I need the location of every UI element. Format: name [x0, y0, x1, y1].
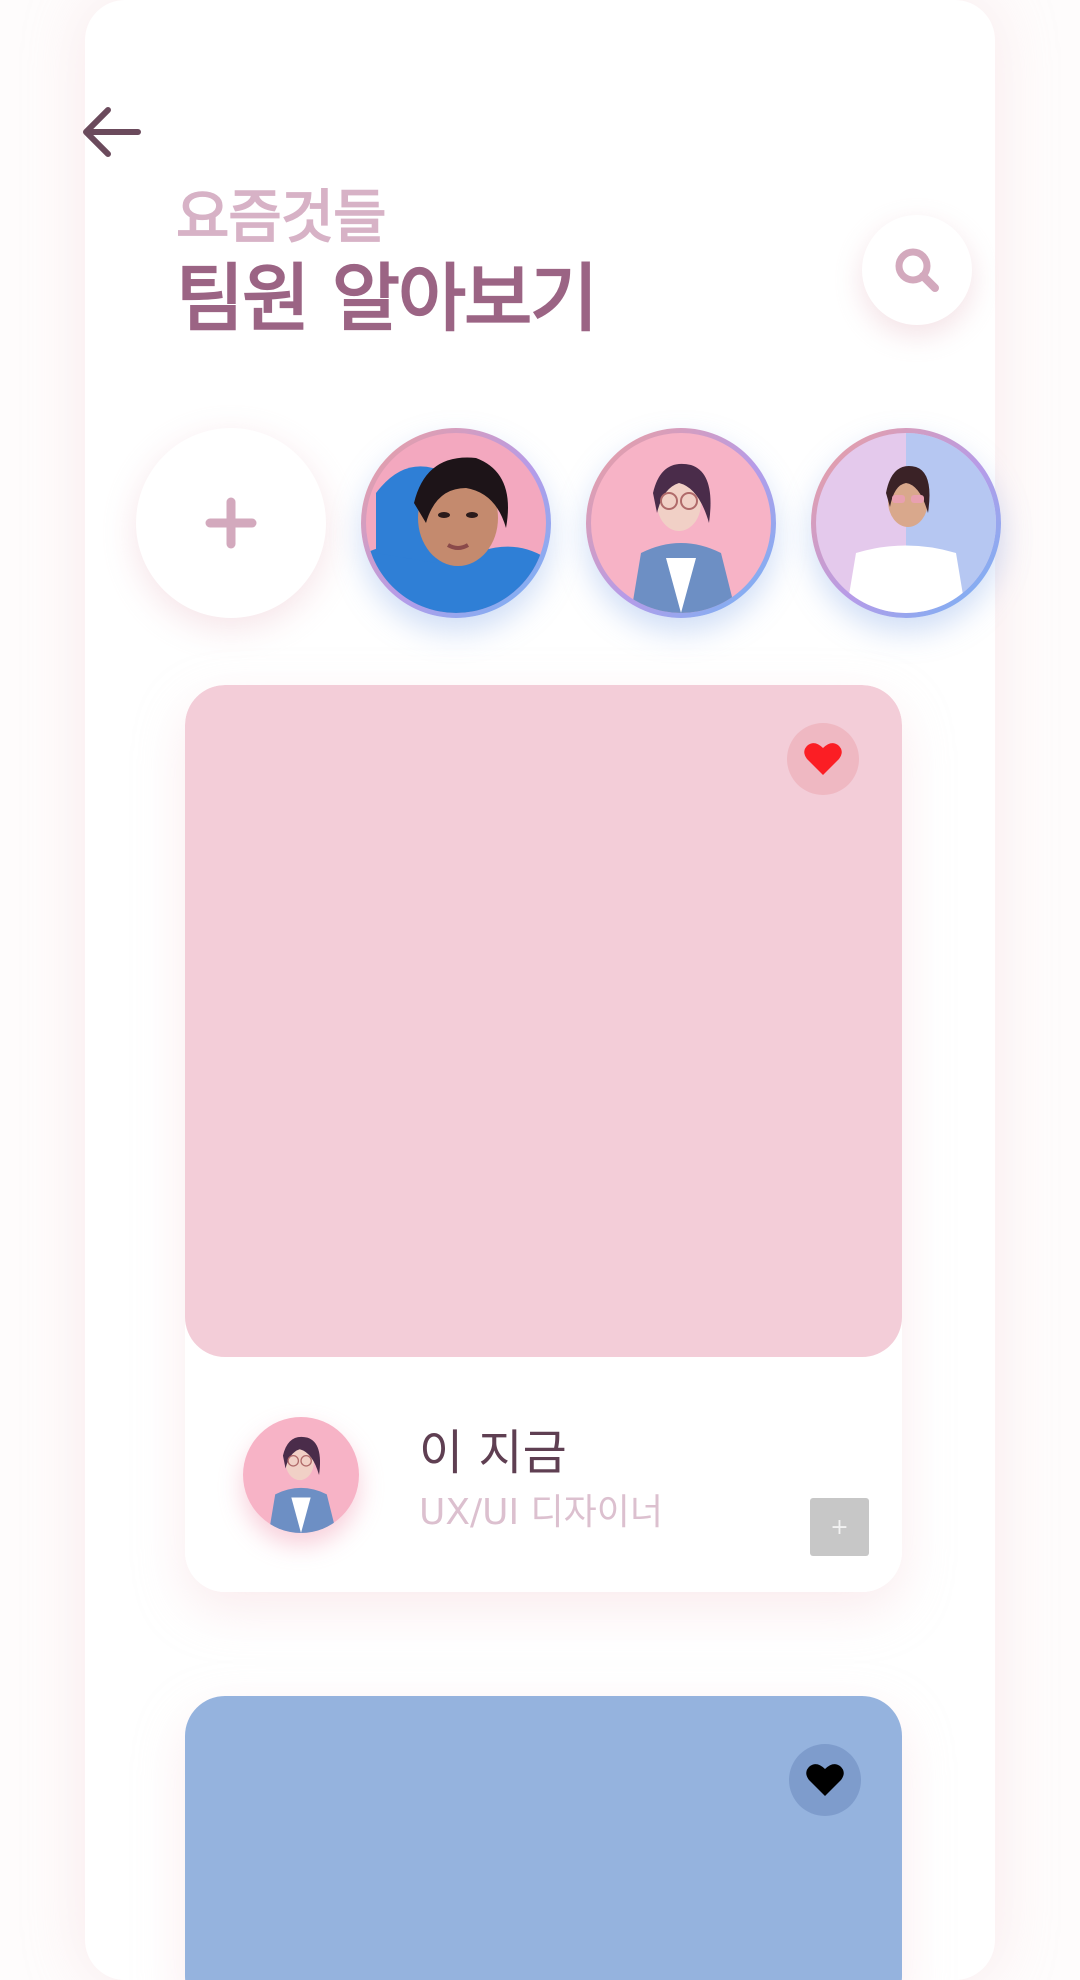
- member-role: UX/UI 디자이너: [419, 1492, 664, 1533]
- like-button[interactable]: [787, 723, 859, 795]
- member-card[interactable]: 이 지금 UX/UI 디자이너 +: [185, 685, 902, 1592]
- like-button[interactable]: [789, 1744, 861, 1816]
- member-name: 이 지금: [419, 1425, 567, 1481]
- plus-icon: [205, 497, 257, 549]
- member-photo: [816, 433, 996, 613]
- team-members-screen: 요즘것들 팀원 알아보기 이 지금 UX/UI 디자이너 +: [0, 0, 1080, 1980]
- back-button[interactable]: [76, 96, 148, 168]
- page-subtitle: 요즘것들: [176, 183, 386, 251]
- member-stories: [0, 428, 1080, 618]
- arrow-left-icon: [83, 107, 141, 157]
- member-photo: [366, 433, 546, 613]
- add-member-button[interactable]: [136, 428, 326, 618]
- member-story-3[interactable]: [811, 428, 1001, 618]
- avatar-photo: [243, 1417, 359, 1533]
- add-button[interactable]: +: [810, 1498, 869, 1556]
- card-image: [185, 685, 902, 1357]
- page-title: 팀원 알아보기: [176, 256, 598, 342]
- member-photo: [591, 433, 771, 613]
- member-avatar: [243, 1417, 359, 1533]
- search-icon: [895, 248, 939, 292]
- search-button[interactable]: [862, 215, 972, 325]
- heart-icon: [804, 743, 842, 775]
- card-info: 이 지금 UX/UI 디자이너 +: [185, 1357, 902, 1592]
- heart-icon: [806, 1764, 844, 1796]
- member-card[interactable]: [185, 1696, 902, 1980]
- member-story-1[interactable]: [361, 428, 551, 618]
- member-story-2[interactable]: [586, 428, 776, 618]
